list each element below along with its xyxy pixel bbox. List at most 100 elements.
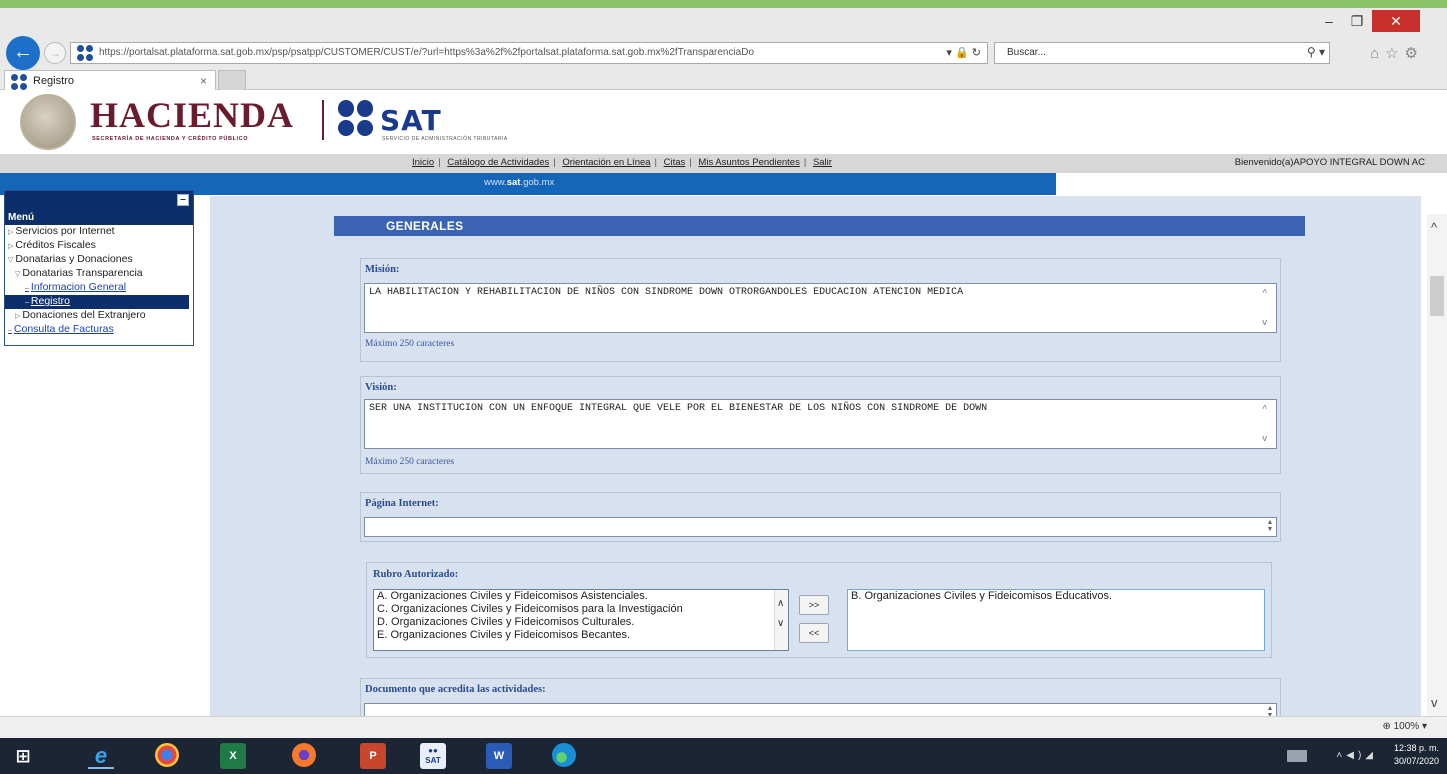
chevron-down-icon[interactable]: ∨ <box>777 618 784 629</box>
browser-nav-icons: ⌂☆⚙ <box>1370 44 1424 62</box>
keyboard-icon[interactable] <box>1287 750 1307 762</box>
chevron-down-icon[interactable]: v <box>1262 318 1267 328</box>
search-box[interactable]: Buscar... ⚲ ▾ <box>994 42 1330 64</box>
search-icon[interactable]: ⚲ ▾ <box>1307 45 1325 59</box>
triangle-right-icon: ▷ <box>15 313 21 320</box>
section-header: GENERALES <box>334 216 1305 236</box>
close-button[interactable]: ✕ <box>1372 10 1420 32</box>
sidebar-item-facturas[interactable]: – Consulta de Facturas <box>5 323 193 337</box>
forward-button[interactable]: → <box>44 42 66 64</box>
scrollbar-thumb[interactable] <box>1430 276 1444 316</box>
arrow-right-icon: → <box>49 46 61 60</box>
sidebar-item-registro[interactable]: – Registro <box>5 295 189 309</box>
refresh-icon[interactable]: ↻ <box>972 47 981 59</box>
word-icon[interactable]: W <box>486 743 512 769</box>
address-bar[interactable]: https://portalsat.plataforma.sat.gob.mx/… <box>70 42 988 64</box>
excel-icon[interactable]: X <box>220 743 246 769</box>
triangle-down-icon: ▽ <box>8 257 14 264</box>
powerpoint-icon[interactable]: P <box>360 743 386 769</box>
list-item[interactable]: E. Organizaciones Civiles y Fideicomisos… <box>374 629 788 642</box>
chevron-up-icon[interactable]: ˄ <box>1336 750 1346 761</box>
list-item[interactable]: A. Organizaciones Civiles y Fideicomisos… <box>374 590 788 603</box>
mision-textarea[interactable]: LA HABILITACION Y REHABILITACION DE NIÑO… <box>364 283 1277 333</box>
chevron-up-icon[interactable]: ∧ <box>777 598 784 609</box>
documento-input[interactable]: ▲ ▼ <box>364 703 1277 716</box>
taskbar-clock[interactable]: 12:38 p. m. 30/07/2020 <box>1394 742 1439 768</box>
maximize-button[interactable]: ❐ <box>1344 10 1370 32</box>
new-tab-button[interactable] <box>218 70 246 92</box>
nav-link-orientacion[interactable]: Orientación en Línea <box>562 157 650 168</box>
lock-icon[interactable]: 🔒 <box>955 47 969 59</box>
rubro-available-list[interactable]: A. Organizaciones Civiles y Fideicomisos… <box>373 589 789 651</box>
list-item[interactable]: D. Organizaciones Civiles y Fideicomisos… <box>374 616 788 629</box>
rubro-selected-list[interactable]: B. Organizaciones Civiles y Fideicomisos… <box>847 589 1265 651</box>
chevron-up-icon[interactable]: ^ <box>1431 220 1437 235</box>
mision-label: Misión: <box>365 264 400 275</box>
rubro-group: Rubro Autorizado: A. Organizaciones Civi… <box>366 562 1272 658</box>
collapse-icon[interactable]: – <box>177 194 189 206</box>
list-scrollbar[interactable]: ∧ ∨ <box>774 590 788 650</box>
tab-registro[interactable]: Registro × <box>4 70 216 92</box>
sidebar-item-donaciones-extranjero[interactable]: ▷ Donaciones del Extranjero <box>5 309 193 323</box>
windows-start-icon[interactable]: ⊞ <box>10 743 36 769</box>
chevron-up-icon[interactable]: ^ <box>1262 288 1267 298</box>
textarea-scrollbar[interactable]: ^ v <box>1260 286 1274 330</box>
gear-icon[interactable]: ⚙ <box>1405 45 1424 62</box>
site-url[interactable]: www.sat.gob.mx <box>484 177 554 188</box>
sidebar-item-donatarias[interactable]: ▽ Donatarias y Donaciones <box>5 253 193 267</box>
network-icon[interactable]: ◢ <box>1365 750 1377 761</box>
dash-icon: – <box>25 285 29 292</box>
logo-divider <box>322 100 324 140</box>
sidebar-title: Menú <box>5 211 193 225</box>
add-rubro-button[interactable]: >> <box>799 595 829 615</box>
chrome-icon[interactable] <box>155 743 179 767</box>
edge-icon[interactable] <box>552 743 576 767</box>
welcome-text: Bienvenido(a)APOYO INTEGRAL DOWN AC <box>1234 157 1425 168</box>
address-tools[interactable]: ▾ 🔒 ↻ <box>946 46 981 59</box>
spinner-icon[interactable]: ▲ ▼ <box>1266 519 1274 533</box>
list-item[interactable]: C. Organizaciones Civiles y Fideicomisos… <box>374 603 788 616</box>
back-button[interactable]: ← <box>6 36 40 70</box>
sat-subtitle: SERVICIO DE ADMINISTRACIÓN TRIBUTARIA <box>382 136 508 142</box>
nav-link-citas[interactable]: Citas <box>664 157 686 168</box>
browser-chrome: – ❐ ✕ ← → https://portalsat.plataforma.s… <box>0 8 1447 92</box>
chevron-down-icon[interactable]: v <box>1262 434 1267 444</box>
zoom-control[interactable]: ⊕ 100% ▾ <box>1382 721 1427 732</box>
zoom-icon: ⊕ <box>1382 721 1391 732</box>
sidebar-item-servicios[interactable]: ▷ Servicios por Internet <box>5 225 193 239</box>
textarea-scrollbar[interactable]: ^ v <box>1260 402 1274 446</box>
spinner-icon[interactable]: ▲ ▼ <box>1266 705 1274 716</box>
list-item[interactable]: B. Organizaciones Civiles y Fideicomisos… <box>848 590 1264 603</box>
tab-close-icon[interactable]: × <box>200 74 207 88</box>
rubro-label: Rubro Autorizado: <box>373 569 459 580</box>
volume-icon[interactable]: ◀) <box>1346 750 1365 761</box>
sidebar-item-creditos[interactable]: ▷ Créditos Fiscales <box>5 239 193 253</box>
sidebar-header: – <box>5 191 193 211</box>
page-scrollbar[interactable]: ^ v <box>1427 214 1447 716</box>
clock-time: 12:38 p. m. <box>1393 743 1439 753</box>
internet-explorer-icon[interactable]: e <box>88 743 114 769</box>
nav-link-asuntos[interactable]: Mis Asuntos Pendientes <box>698 157 799 168</box>
chevron-up-icon[interactable]: ^ <box>1262 404 1267 414</box>
vision-value: SER UNA INSTITUCION CON UN ENFOQUE INTEG… <box>369 403 988 414</box>
mision-group: Misión: LA HABILITACION Y REHABILITACION… <box>360 258 1281 362</box>
mision-value: LA HABILITACION Y REHABILITACION DE NIÑO… <box>369 287 964 298</box>
nav-link-inicio[interactable]: Inicio <box>412 157 434 168</box>
chevron-down-icon[interactable]: v <box>1431 695 1438 710</box>
top-nav-links: Inicio | Catálogo de Actividades | Orienta… <box>412 157 832 168</box>
home-icon[interactable]: ⌂ <box>1370 45 1385 62</box>
remove-rubro-button[interactable]: << <box>799 623 829 643</box>
minimize-button[interactable]: – <box>1316 10 1342 32</box>
sidebar-item-informacion[interactable]: – Informacion General <box>5 281 193 295</box>
pagina-input[interactable]: ▲ ▼ <box>364 517 1277 537</box>
nav-link-salir[interactable]: Salir <box>813 157 832 168</box>
sat-app-icon[interactable]: ●● SAT <box>420 743 446 769</box>
vision-textarea[interactable]: SER UNA INSTITUCION CON UN ENFOQUE INTEG… <box>364 399 1277 449</box>
dropdown-icon[interactable]: ▾ <box>946 47 952 59</box>
sat-logo-icon <box>338 100 374 136</box>
star-icon[interactable]: ☆ <box>1385 45 1404 62</box>
window-top-strip <box>0 0 1447 8</box>
firefox-icon[interactable] <box>292 743 316 767</box>
nav-link-catalogo[interactable]: Catálogo de Actividades <box>447 157 549 168</box>
sidebar-item-transparencia[interactable]: ▽ Donatarias Transparencia <box>5 267 193 281</box>
